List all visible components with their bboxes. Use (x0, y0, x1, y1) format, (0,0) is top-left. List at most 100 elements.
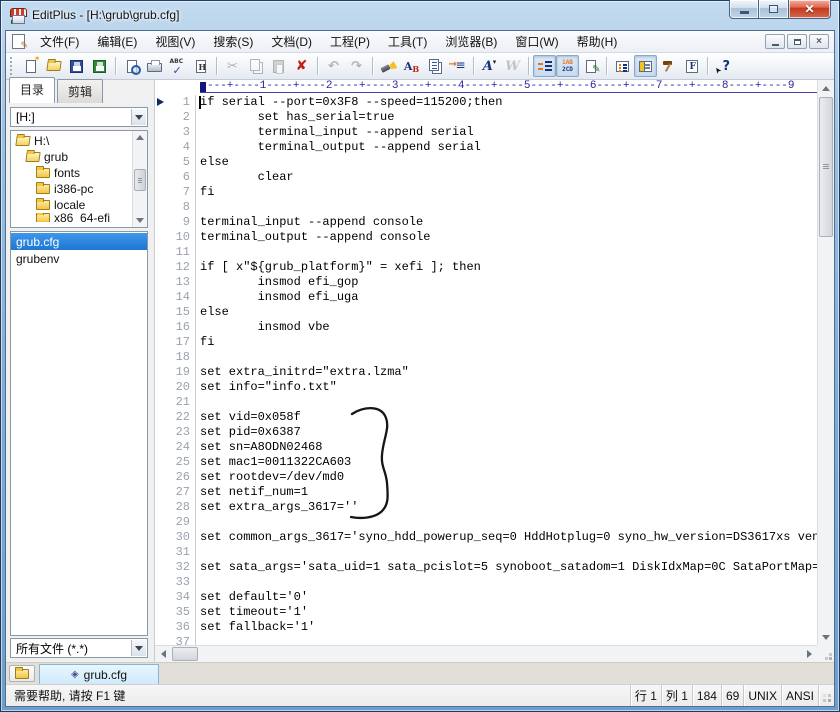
code-line[interactable]: 37 (155, 635, 817, 645)
tree-item[interactable]: fonts (13, 165, 131, 181)
line-margin[interactable] (155, 605, 169, 620)
code-line[interactable]: 3 terminal_input --append serial (155, 125, 817, 140)
line-margin[interactable] (155, 560, 169, 575)
scroll-down-icon[interactable] (819, 630, 833, 644)
html-toolbar-button[interactable] (189, 55, 212, 77)
code-line[interactable]: 35set timeout='1' (155, 605, 817, 620)
maximize-button[interactable] (759, 0, 789, 19)
title-bar[interactable]: EditPlus - [H:\grub\grub.cfg] ✕ (1, 1, 839, 29)
line-margin[interactable] (155, 155, 169, 170)
line-margin[interactable] (155, 215, 169, 230)
line-margin[interactable] (155, 470, 169, 485)
code-line[interactable]: 6 clear (155, 170, 817, 185)
line-margin[interactable] (155, 440, 169, 455)
line-margin[interactable] (155, 500, 169, 515)
replace-button[interactable] (400, 55, 423, 77)
code-line[interactable]: 9terminal_input --append console (155, 215, 817, 230)
tree-item[interactable]: locale (13, 197, 131, 213)
line-margin[interactable] (155, 95, 169, 110)
line-margin[interactable] (155, 335, 169, 350)
copy-button[interactable] (244, 55, 267, 77)
redo-button[interactable] (345, 55, 368, 77)
scroll-up-icon[interactable] (134, 131, 146, 144)
code-line[interactable]: 30set common_args_3617='syno_hdd_powerup… (155, 530, 817, 545)
document-list-button[interactable] (611, 55, 634, 77)
line-margin[interactable] (155, 380, 169, 395)
code-line[interactable]: 5else (155, 155, 817, 170)
code-line[interactable]: 19set extra_initrd="extra.lzma" (155, 365, 817, 380)
code-line[interactable]: 15else (155, 305, 817, 320)
document-menu-icon[interactable] (12, 34, 25, 49)
line-margin[interactable] (155, 290, 169, 305)
line-margin[interactable] (155, 515, 169, 530)
code-line[interactable]: 25set mac1=0011322CA603 (155, 455, 817, 470)
code-editor[interactable]: ---+----1----+----2----+----3----+----4-… (154, 80, 834, 662)
code-line[interactable]: 4 terminal_output --append serial (155, 140, 817, 155)
document-tab-grub-cfg[interactable]: grub.cfg (39, 664, 159, 684)
line-margin[interactable] (155, 125, 169, 140)
find-button[interactable] (377, 55, 400, 77)
code-line[interactable]: 7fi (155, 185, 817, 200)
line-margin[interactable] (155, 455, 169, 470)
save-all-button[interactable] (88, 55, 111, 77)
document-folder-button[interactable] (9, 665, 35, 682)
drive-select-arrow-icon[interactable] (131, 109, 146, 125)
code-line[interactable]: 29 (155, 515, 817, 530)
mdi-minimize-button[interactable] (765, 34, 785, 49)
line-margin[interactable] (155, 185, 169, 200)
line-margin[interactable] (155, 635, 169, 645)
line-margin[interactable] (155, 170, 169, 185)
new-file-button[interactable] (19, 55, 42, 77)
line-margin[interactable] (155, 530, 169, 545)
menu-document[interactable]: 文档(D) (262, 30, 321, 53)
code-line[interactable]: 34set default='0' (155, 590, 817, 605)
code-line[interactable]: 8 (155, 200, 817, 215)
column-marker-button[interactable] (556, 55, 579, 77)
menu-tools[interactable]: 工具(T) (379, 30, 436, 53)
line-margin[interactable] (155, 575, 169, 590)
tree-item[interactable]: x86_64-efi (13, 213, 131, 222)
resize-grip-icon[interactable] (818, 685, 834, 706)
drive-select[interactable]: [H:] (10, 107, 148, 127)
menu-view[interactable]: 视图(V) (146, 30, 204, 53)
line-margin[interactable] (155, 350, 169, 365)
code-line[interactable]: 24set sn=A8ODN02468 (155, 440, 817, 455)
code-line[interactable]: 1if serial --port=0x3F8 --speed=115200;t… (155, 95, 817, 110)
code-line[interactable]: 21 (155, 395, 817, 410)
sidebar-tab-cliptext[interactable]: 剪辑 (57, 79, 103, 103)
code-line[interactable]: 22set vid=0x058f (155, 410, 817, 425)
file-list-item[interactable]: grub.cfg (11, 233, 147, 250)
code-line[interactable]: 26set rootdev=/dev/md0 (155, 470, 817, 485)
tree-item[interactable]: grub (13, 149, 131, 165)
vertical-scrollbar-thumb[interactable] (819, 97, 833, 237)
line-margin[interactable] (155, 200, 169, 215)
line-margin[interactable] (155, 245, 169, 260)
close-button[interactable]: ✕ (789, 0, 831, 19)
line-margin[interactable] (155, 140, 169, 155)
menu-browser[interactable]: 浏览器(B) (436, 30, 506, 53)
menu-help[interactable]: 帮助(H) (568, 30, 627, 53)
code-line[interactable]: 31 (155, 545, 817, 560)
goto-line-button[interactable] (446, 55, 469, 77)
tree-scrollbar-thumb[interactable] (134, 169, 146, 191)
mdi-close-button[interactable]: × (809, 34, 829, 49)
menu-project[interactable]: 工程(P) (321, 30, 379, 53)
menu-window[interactable]: 窗口(W) (506, 30, 567, 53)
edit-settings-button[interactable] (579, 55, 602, 77)
undo-button[interactable] (322, 55, 345, 77)
tree-item[interactable]: H:\ (13, 133, 131, 149)
paste-button[interactable] (267, 55, 290, 77)
code-line[interactable]: 11 (155, 245, 817, 260)
spell-check-button[interactable] (166, 55, 189, 77)
tree-item[interactable]: i386-pc (13, 181, 131, 197)
print-button[interactable] (143, 55, 166, 77)
code-line[interactable]: 33 (155, 575, 817, 590)
line-margin[interactable] (155, 275, 169, 290)
menu-edit[interactable]: 编辑(E) (88, 30, 146, 53)
line-margin[interactable] (155, 320, 169, 335)
code-line[interactable]: 27set netif_num=1 (155, 485, 817, 500)
line-margin[interactable] (155, 410, 169, 425)
horizontal-scrollbar[interactable] (155, 645, 817, 662)
set-font-button[interactable] (478, 55, 501, 77)
file-list-item[interactable]: grubenv (11, 250, 147, 267)
